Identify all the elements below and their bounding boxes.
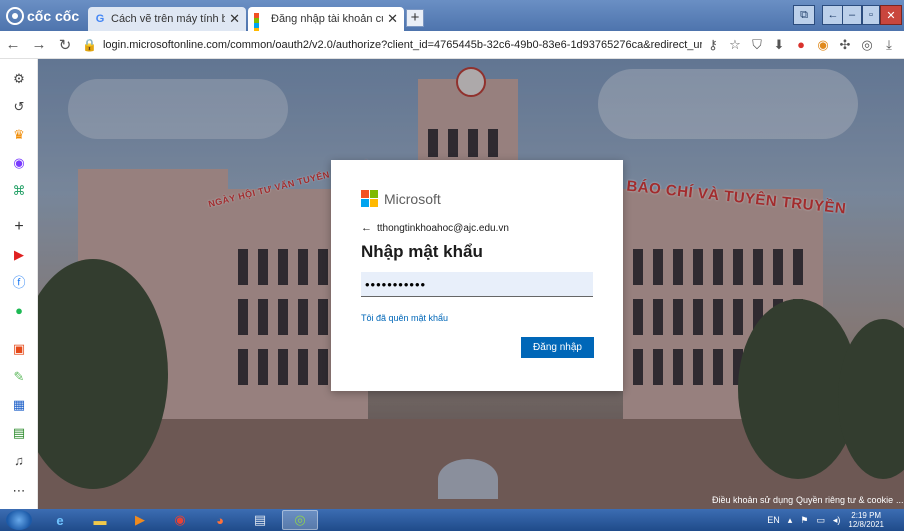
crown-icon[interactable]: ♛: [11, 127, 27, 143]
extension-orange-icon[interactable]: ◉: [812, 37, 834, 53]
bell-icon[interactable]: ♫: [11, 453, 27, 469]
app-red-icon[interactable]: ▣: [11, 341, 27, 357]
terms-link[interactable]: Điều khoản sử dụng: [712, 495, 793, 505]
reload-icon[interactable]: ↻: [52, 36, 78, 54]
browser-tab-strip: cốc cốc G Cách vẽ trên máy tính bằng ...…: [0, 0, 904, 33]
chrome-icon[interactable]: ◉: [162, 510, 198, 530]
back-arrow-icon[interactable]: ←: [361, 222, 372, 234]
forward-arrow-icon[interactable]: →: [26, 36, 52, 53]
clock[interactable]: 2:19 PM 12/8/2021: [848, 511, 884, 529]
minimize-button[interactable]: –: [842, 5, 862, 25]
flag-icon[interactable]: ⚑: [800, 515, 808, 526]
tab-title: Cách vẽ trên máy tính bằng ...: [111, 13, 226, 25]
back-arrow-icon[interactable]: ←: [0, 36, 26, 53]
url-field[interactable]: 🔒 login.microsoftonline.com/common/oauth…: [78, 38, 702, 52]
history-icon[interactable]: ↺: [11, 99, 27, 115]
star-icon[interactable]: ☆: [724, 37, 746, 53]
address-bar: ← → ↻ 🔒 login.microsoftonline.com/common…: [0, 31, 904, 59]
network-icon[interactable]: ▭: [816, 515, 825, 526]
messenger-icon[interactable]: ◉: [11, 155, 27, 171]
back-window-icon[interactable]: ←: [822, 5, 844, 25]
language-indicator[interactable]: EN: [767, 515, 780, 525]
start-button[interactable]: [6, 510, 32, 530]
word-icon[interactable]: ▤: [242, 510, 278, 530]
maximize-button[interactable]: ▫: [862, 5, 880, 25]
youtube-icon[interactable]: ▶: [11, 247, 27, 263]
new-tab-button[interactable]: +: [406, 9, 424, 27]
settings-gear-icon[interactable]: ⚙: [11, 71, 27, 87]
url-text: login.microsoftonline.com/common/oauth2/…: [102, 38, 702, 51]
browser-brand-name: cốc cốc: [27, 8, 80, 24]
downloads-icon[interactable]: ⤓: [878, 37, 900, 53]
page-title: Nhập mật khẩu: [361, 242, 483, 261]
gamepad-icon[interactable]: ⌘: [11, 183, 27, 199]
clock-time: 2:19 PM: [851, 511, 882, 520]
shield-icon[interactable]: ⛉: [746, 37, 768, 53]
clock-date: 12/8/2021: [848, 520, 884, 529]
media-player-icon[interactable]: ▶: [122, 510, 158, 530]
spotify-icon[interactable]: ●: [11, 303, 27, 319]
microsoft-logo: Microsoft: [361, 190, 593, 207]
internet-explorer-icon[interactable]: e: [42, 510, 78, 530]
footer-more-link[interactable]: ...: [896, 495, 904, 505]
coccoc-brand[interactable]: cốc cốc: [6, 5, 79, 27]
privacy-link[interactable]: Quyền riêng tư & cookie: [796, 495, 893, 505]
profile-icon[interactable]: ◎: [856, 37, 878, 53]
close-window-button[interactable]: ✕: [880, 5, 902, 25]
browser-sidebar: ⚙ ↺ ♛ ◉ ⌘ + ▶ ⓕ ● ▣ ✎ ▦ ▤ ♫ ⋯: [0, 59, 38, 509]
system-tray: EN ▴ ⚑ ▭ ◂) 2:19 PM 12/8/2021: [759, 511, 884, 529]
coccoc-logo-icon: [6, 7, 24, 25]
app-green-icon[interactable]: ✎: [11, 369, 27, 385]
download-page-icon[interactable]: ⬇: [768, 37, 790, 53]
microsoft-icon: [254, 13, 266, 33]
password-input[interactable]: [361, 272, 593, 297]
tab-close-icon[interactable]: ✕: [229, 11, 240, 27]
identity-banner[interactable]: ← tthongtinkhoahoc@ajc.edu.vn: [361, 222, 593, 234]
google-icon: G: [95, 13, 105, 25]
firefox-icon[interactable]: ◕: [202, 510, 238, 530]
login-card: Microsoft ← tthongtinkhoahoc@ajc.edu.vn …: [331, 160, 623, 391]
lock-icon: 🔒: [82, 37, 97, 52]
microsoft-logo-icon: [361, 190, 378, 207]
tray-expand-icon[interactable]: ▴: [788, 515, 793, 526]
tab-cach-ve[interactable]: G Cách vẽ trên máy tính bằng ... ✕: [88, 7, 246, 31]
microsoft-wordmark: Microsoft: [384, 190, 441, 207]
sign-in-button[interactable]: Đăng nhập: [521, 337, 594, 358]
file-explorer-icon[interactable]: ▬: [82, 510, 118, 530]
tab-close-icon[interactable]: ✕: [387, 11, 398, 27]
windows-taskbar: e ▬ ▶ ◉ ◕ ▤ ◎ EN ▴ ⚑ ▭ ◂) 2:19 PM 12/8/2…: [0, 509, 904, 531]
key-icon[interactable]: ⚷: [702, 37, 724, 53]
extension-red-icon[interactable]: ●: [790, 37, 812, 52]
tab-title: Đăng nhập tài khoản của bạ: [271, 13, 383, 25]
calendar-icon[interactable]: ▦: [11, 397, 27, 413]
facebook-icon[interactable]: ⓕ: [11, 275, 27, 291]
identity-email: tthongtinkhoahoc@ajc.edu.vn: [377, 222, 509, 234]
forgot-password-link[interactable]: Tôi đã quên mật khẩu: [361, 313, 593, 323]
screenshot-icon[interactable]: ⧉: [793, 5, 815, 25]
coccoc-taskbar-icon[interactable]: ◎: [282, 510, 318, 530]
tab-dang-nhap[interactable]: Đăng nhập tài khoản của bạ ✕: [248, 7, 404, 33]
notes-icon[interactable]: ▤: [11, 425, 27, 441]
volume-icon[interactable]: ◂): [833, 515, 841, 526]
more-icon[interactable]: ⋯: [11, 483, 27, 499]
add-sidebar-icon[interactable]: +: [11, 219, 27, 235]
puzzle-icon[interactable]: ✣: [834, 37, 856, 53]
